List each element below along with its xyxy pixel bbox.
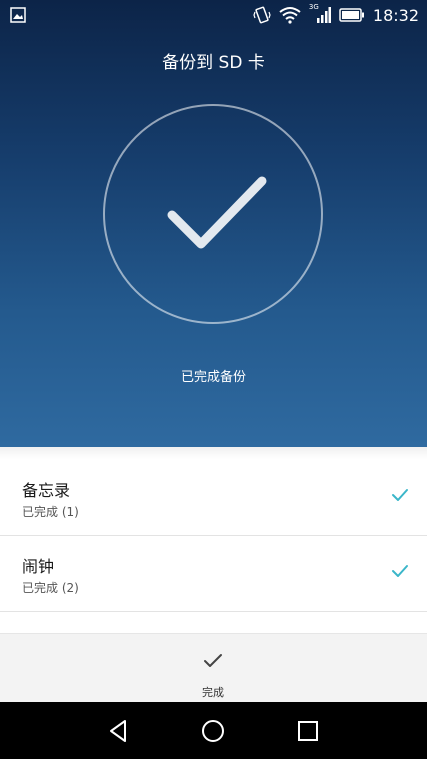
list-item[interactable]: 备忘录 已完成 (1) (0, 447, 427, 523)
clock: 18:32 (372, 5, 419, 25)
backup-header-panel: 3G 18:32 备份到 SD 卡 已完成备份 (0, 0, 427, 447)
divider (0, 611, 427, 612)
done-button[interactable]: 完成 (173, 642, 253, 700)
navigation-bar (0, 702, 427, 759)
check-icon (392, 489, 408, 501)
list-item-status: 已完成 (1) (22, 505, 79, 519)
battery-icon (339, 8, 364, 22)
home-icon[interactable] (198, 716, 228, 746)
done-button-label: 完成 (202, 686, 224, 699)
check-icon (392, 565, 408, 577)
bottom-action-bar: 完成 (0, 633, 427, 703)
back-icon[interactable] (103, 716, 133, 746)
completion-ring (102, 103, 324, 325)
backup-done-text: 已完成备份 (180, 370, 246, 385)
signal-icon: 3G (309, 3, 331, 25)
list-item[interactable]: 闹钟 已完成 (2) (0, 523, 427, 599)
checkmark-icon (167, 176, 267, 249)
list-item-name: 闹钟 (22, 557, 55, 576)
gallery-icon (10, 7, 26, 23)
status-bar: 3G 18:32 (0, 0, 427, 30)
vibrate-icon (253, 6, 271, 24)
backup-item-list: 备忘录 已完成 (1) 闹钟 已完成 (2) (0, 447, 427, 633)
wifi-icon (279, 7, 301, 24)
checkmark-icon (204, 654, 222, 667)
list-item-name: 备忘录 (22, 481, 71, 500)
page-title: 备份到 SD 卡 (162, 53, 265, 73)
list-item-status: 已完成 (2) (22, 581, 79, 595)
recents-icon[interactable] (293, 716, 323, 746)
